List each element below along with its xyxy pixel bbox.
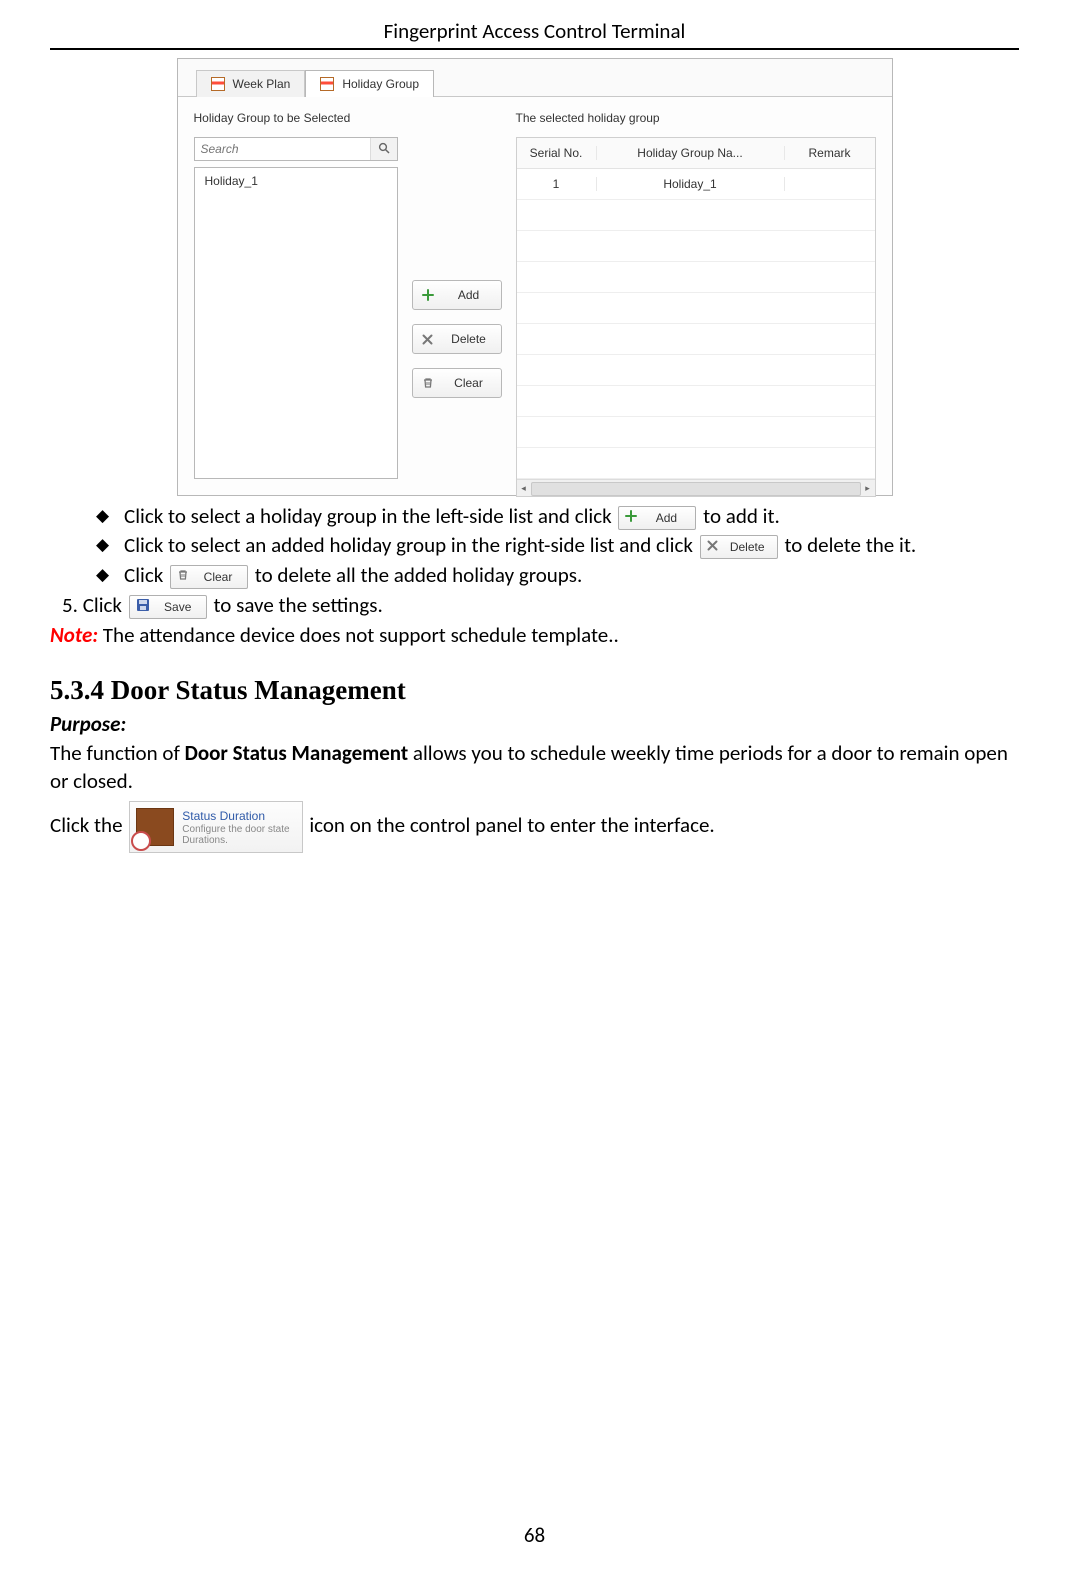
- trash-icon: [177, 569, 189, 585]
- note-label: Note:: [50, 622, 98, 648]
- bullet-item: Click to select a holiday group in the l…: [96, 502, 1019, 530]
- table-row: [517, 200, 875, 231]
- text: icon on the control panel to enter the i…: [309, 812, 714, 838]
- inline-save-button: Save: [129, 595, 207, 619]
- click-the-line: Click the Status Duration Configure the …: [50, 801, 1019, 853]
- text: to add it.: [703, 503, 780, 529]
- x-icon: [421, 332, 435, 346]
- button-label: Add: [647, 510, 685, 526]
- tab-label: Holiday Group: [342, 77, 419, 91]
- text: Click the: [50, 812, 127, 838]
- scroll-thumb[interactable]: [531, 482, 861, 496]
- button-label: Clear: [445, 376, 493, 390]
- step-5: 5. Click Save to save the settings.: [62, 591, 1019, 619]
- search-button[interactable]: [370, 138, 397, 160]
- delete-button[interactable]: Delete: [412, 324, 502, 354]
- text: to delete all the added holiday groups.: [255, 562, 582, 588]
- text: The function of: [50, 740, 185, 766]
- table-row: [517, 324, 875, 355]
- list-item[interactable]: Holiday_1: [195, 168, 397, 194]
- bullet-item: Click Clear to delete all the added holi…: [96, 561, 1019, 589]
- search-icon: [378, 142, 390, 157]
- table-header: Serial No. Holiday Group Na... Remark: [517, 138, 875, 169]
- cell-name: Holiday_1: [597, 177, 785, 191]
- note-text: The attendance device does not support s…: [98, 622, 619, 648]
- col-name: Holiday Group Na...: [597, 146, 785, 160]
- note-line: Note: The attendance device does not sup…: [50, 621, 1019, 649]
- text: Click: [124, 562, 163, 588]
- bold-text: Door Status Management: [185, 740, 409, 766]
- table-row: [517, 355, 875, 386]
- inline-delete-button: Delete: [700, 535, 778, 559]
- table-row: [517, 262, 875, 293]
- table-row[interactable]: 1 Holiday_1: [517, 169, 875, 200]
- text: to delete the it.: [784, 532, 916, 558]
- text: Click to select a holiday group in the l…: [124, 503, 612, 529]
- x-icon: [707, 539, 718, 555]
- table-row: [517, 231, 875, 262]
- card-subtitle: Configure the door state: [182, 824, 289, 835]
- save-icon: [136, 598, 150, 616]
- scroll-right-arrow[interactable]: ▸: [862, 482, 874, 494]
- search-wrap: [194, 137, 398, 161]
- table-row: [517, 417, 875, 448]
- button-label: Clear: [199, 569, 237, 585]
- bullet-item: Click to select an added holiday group i…: [96, 531, 1019, 559]
- right-section-label: The selected holiday group: [516, 111, 876, 125]
- purpose-text: The function of Door Status Management a…: [50, 739, 1019, 796]
- plus-icon: [625, 510, 637, 526]
- left-section-label: Holiday Group to be Selected: [194, 111, 398, 125]
- trash-icon: [421, 376, 435, 390]
- search-input[interactable]: [195, 138, 370, 160]
- page-title: Fingerprint Access Control Terminal: [50, 18, 1019, 50]
- inline-clear-button: Clear: [170, 565, 248, 589]
- button-label: Save: [160, 599, 196, 615]
- holiday-group-panel: Week Plan Holiday Group Holiday Group to…: [177, 58, 893, 496]
- clear-button[interactable]: Clear: [412, 368, 502, 398]
- button-label: Delete: [728, 539, 767, 555]
- col-serial: Serial No.: [517, 146, 597, 160]
- add-button[interactable]: Add: [412, 280, 502, 310]
- inline-add-button: Add: [618, 506, 696, 530]
- card-subtitle: Durations.: [182, 835, 289, 846]
- tab-holiday-group[interactable]: Holiday Group: [305, 70, 434, 97]
- text: to save the settings.: [213, 592, 382, 618]
- page-number: 68: [0, 1522, 1069, 1548]
- source-listbox[interactable]: Holiday_1: [194, 167, 398, 479]
- door-clock-icon: [136, 808, 174, 846]
- selected-table: Serial No. Holiday Group Na... Remark 1 …: [516, 137, 876, 497]
- tab-week-plan[interactable]: Week Plan: [196, 70, 306, 97]
- section-heading: 5.3.4 Door Status Management: [50, 672, 1019, 708]
- bullet-list: Click to select a holiday group in the l…: [96, 502, 1019, 589]
- table-row: [517, 293, 875, 324]
- col-remark: Remark: [785, 146, 875, 160]
- status-duration-card: Status Duration Configure the door state…: [129, 801, 302, 853]
- table-row: [517, 448, 875, 479]
- cell-serial: 1: [517, 177, 597, 191]
- calendar-icon: [320, 77, 334, 91]
- card-title: Status Duration: [182, 808, 289, 824]
- horizontal-scrollbar[interactable]: ◂ ▸: [517, 479, 875, 496]
- purpose-label: Purpose:: [50, 710, 1019, 738]
- tab-label: Week Plan: [233, 77, 291, 91]
- table-row: [517, 386, 875, 417]
- button-label: Add: [445, 288, 493, 302]
- plus-icon: [421, 288, 435, 302]
- button-label: Delete: [445, 332, 493, 346]
- tabs-bar: Week Plan Holiday Group: [178, 59, 892, 97]
- text: 5. Click: [62, 592, 122, 618]
- text: Click to select an added holiday group i…: [124, 532, 693, 558]
- calendar-icon: [211, 77, 225, 91]
- scroll-left-arrow[interactable]: ◂: [518, 482, 530, 494]
